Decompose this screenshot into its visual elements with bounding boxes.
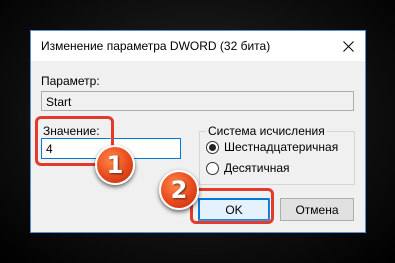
- radio-hex-button[interactable]: [206, 140, 219, 154]
- radio-hex-label: Шестнадцатеричная: [224, 140, 339, 154]
- close-button[interactable]: [331, 31, 365, 61]
- ok-highlight-frame: [190, 188, 274, 224]
- step-1-badge: 1: [95, 145, 135, 185]
- cancel-button[interactable]: Отмена: [280, 198, 354, 221]
- step-1-number: 1: [106, 151, 124, 179]
- title-bar[interactable]: Изменение параметра DWORD (32 бита): [31, 31, 365, 61]
- radio-selected-dot: [209, 143, 216, 151]
- radio-hexadecimal[interactable]: Шестнадцатеричная: [206, 140, 338, 154]
- number-base-group: Система исчисления Шестнадцатеричная Дес…: [199, 124, 355, 185]
- close-icon: [342, 40, 354, 52]
- radio-decimal[interactable]: Десятичная: [206, 161, 290, 175]
- radio-dec-button[interactable]: [206, 161, 219, 175]
- radio-dec-label: Десятичная: [224, 161, 290, 175]
- parameter-label: Параметр:: [41, 74, 100, 88]
- parameter-name-field: Start: [41, 91, 354, 111]
- step-2-number: 2: [170, 176, 188, 204]
- step-2-badge: 2: [159, 170, 199, 210]
- number-base-label: Система исчисления: [206, 124, 327, 138]
- dialog-title: Изменение параметра DWORD (32 бита): [41, 39, 271, 53]
